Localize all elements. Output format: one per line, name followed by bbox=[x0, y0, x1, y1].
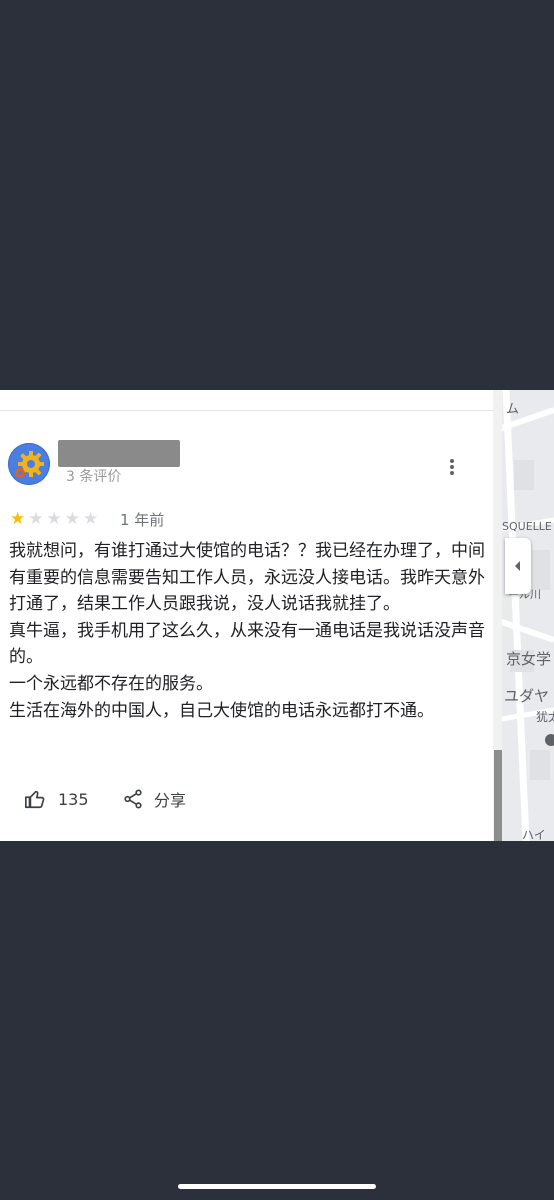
star-rating: ★ ★ ★ ★ ★ bbox=[10, 510, 98, 528]
map-label: ム bbox=[506, 402, 520, 417]
map-label: 京女学 bbox=[506, 650, 552, 668]
review-paragraph: 真牛逼，我手机用了这么久，从来没有一通电话是我说话没声音的。 bbox=[9, 620, 485, 668]
screenshot-panel: ム SQUELLE ール川 京女学 ユダヤ 犹太 ハイ bbox=[0, 390, 554, 841]
map-label: 犹太 bbox=[536, 710, 554, 724]
share-label: 分享 bbox=[154, 791, 187, 810]
review-paragraph: 生活在海外的中国人，自己大使馆的电话永远都打不通。 bbox=[9, 700, 434, 721]
map-panel[interactable]: ム SQUELLE ール川 京女学 ユダヤ 犹太 ハイ bbox=[496, 390, 554, 841]
star-icon: ★ bbox=[28, 509, 44, 529]
home-indicator[interactable] bbox=[178, 1184, 376, 1189]
star-icon: ★ bbox=[10, 509, 26, 529]
review-paragraph: 我就想问，有谁打通过大使馆的电话？？我已经在办理了，中间有重要的信息需要告知工作… bbox=[9, 541, 485, 615]
more-vert-icon bbox=[450, 459, 454, 475]
reviewer-name-redacted[interactable] bbox=[58, 440, 180, 467]
review-paragraph: 一个永远都不存在的服务。 bbox=[9, 673, 213, 694]
star-icon: ★ bbox=[64, 509, 80, 529]
avatar-gear-icon bbox=[8, 443, 50, 485]
map-label: ユダヤ bbox=[504, 687, 550, 705]
map-label: SQUELLE bbox=[502, 520, 552, 533]
reviewer-review-count[interactable]: 3 条评价 bbox=[66, 468, 121, 486]
thumbs-up-icon bbox=[25, 790, 45, 809]
like-count: 135 bbox=[58, 789, 89, 809]
star-icon: ★ bbox=[46, 509, 62, 529]
like-button[interactable]: 135 bbox=[24, 786, 89, 812]
review-card: 3 条评价 ★ ★ ★ ★ ★ 1 年前 我就想问，有谁打通过大使馆的电话？？我… bbox=[0, 390, 496, 841]
map-label: ハイ bbox=[522, 828, 546, 841]
review-text: 我就想问，有谁打通过大使馆的电话？？我已经在办理了，中间有重要的信息需要告知工作… bbox=[9, 538, 493, 724]
more-options-button[interactable] bbox=[441, 456, 463, 478]
star-icon: ★ bbox=[83, 509, 99, 529]
share-icon bbox=[124, 789, 142, 809]
chevron-left-icon bbox=[515, 561, 520, 571]
review-time: 1 年前 bbox=[120, 511, 165, 529]
scrollbar-thumb[interactable] bbox=[494, 750, 502, 841]
collapse-panel-button[interactable] bbox=[505, 538, 531, 594]
avatar[interactable] bbox=[8, 443, 50, 485]
map-roads bbox=[496, 390, 554, 841]
share-button[interactable]: 分享 bbox=[122, 786, 186, 812]
divider bbox=[0, 410, 496, 411]
